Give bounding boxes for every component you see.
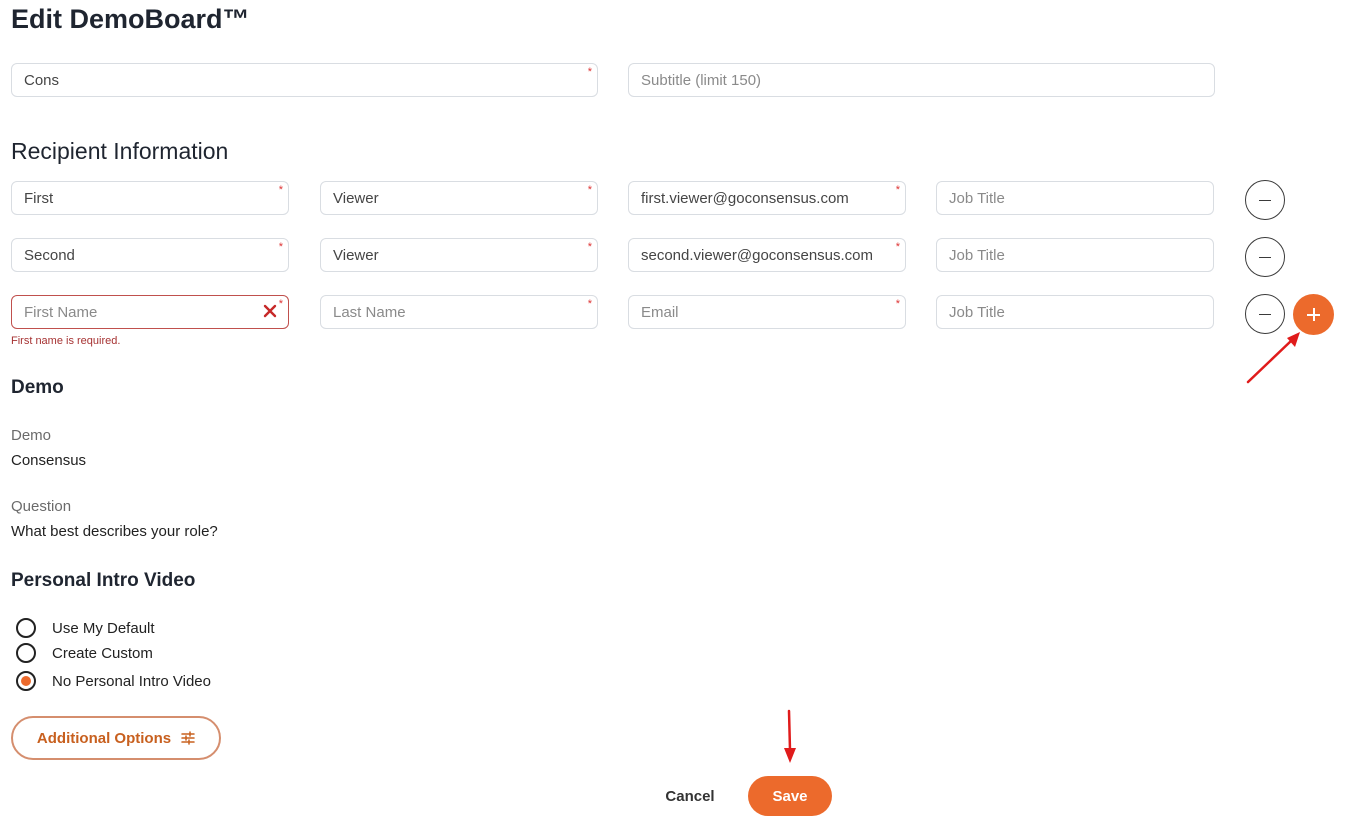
- job-title-input[interactable]: [937, 239, 1213, 271]
- question-value: What best describes your role?: [11, 523, 218, 540]
- radio-use-my-default[interactable]: Use My Default: [16, 617, 155, 639]
- minus-icon: [1259, 199, 1271, 202]
- question-label: Question: [11, 498, 72, 515]
- first-name-input[interactable]: [12, 182, 288, 214]
- remove-recipient-1-button[interactable]: [1245, 180, 1285, 220]
- required-mark: *: [895, 298, 900, 310]
- subtitle-field[interactable]: [628, 63, 1215, 97]
- recipient-2-job-title-field[interactable]: [936, 238, 1214, 272]
- required-mark: *: [278, 184, 283, 196]
- required-mark: *: [587, 184, 592, 196]
- email-input[interactable]: [629, 182, 905, 214]
- required-mark: *: [587, 241, 592, 253]
- email-input[interactable]: [629, 239, 905, 271]
- required-mark: *: [895, 241, 900, 253]
- recipient-1-last-name-field[interactable]: *: [320, 181, 598, 215]
- recipient-1-first-name-field[interactable]: *: [11, 181, 289, 215]
- job-title-input[interactable]: [937, 182, 1213, 214]
- additional-options-button[interactable]: Additional Options: [11, 716, 221, 760]
- radio-circle-selected[interactable]: [16, 671, 36, 691]
- required-mark: *: [587, 66, 592, 78]
- subtitle-input[interactable]: [629, 64, 1214, 96]
- recipient-2-last-name-field[interactable]: *: [320, 238, 598, 272]
- required-mark: *: [895, 184, 900, 196]
- page-title: Edit DemoBoard™: [11, 4, 250, 34]
- radio-circle[interactable]: [16, 643, 36, 663]
- radio-no-personal-intro-video[interactable]: No Personal Intro Video: [16, 670, 211, 692]
- recipient-3-email-field[interactable]: *: [628, 295, 906, 329]
- radio-label: Use My Default: [52, 619, 155, 637]
- recipient-1-job-title-field[interactable]: [936, 181, 1214, 215]
- job-title-input[interactable]: [937, 296, 1213, 328]
- required-mark: *: [278, 241, 283, 253]
- minus-icon: [1259, 313, 1271, 316]
- recipient-2-email-field[interactable]: *: [628, 238, 906, 272]
- error-x-icon: [263, 304, 277, 318]
- board-title-input[interactable]: [12, 64, 597, 96]
- cancel-button[interactable]: Cancel: [652, 779, 728, 813]
- personal-intro-video-heading: Personal Intro Video: [11, 570, 196, 591]
- annotation-arrow-icon: [784, 709, 796, 763]
- recipient-3-first-name-field[interactable]: *: [11, 295, 289, 329]
- last-name-input[interactable]: [321, 239, 597, 271]
- remove-recipient-2-button[interactable]: [1245, 237, 1285, 277]
- recipient-2-first-name-field[interactable]: *: [11, 238, 289, 272]
- sliders-icon: [181, 731, 195, 745]
- last-name-input[interactable]: [321, 296, 597, 328]
- recipient-information-heading: Recipient Information: [11, 138, 229, 164]
- additional-options-label: Additional Options: [36, 729, 172, 747]
- minus-icon: [1259, 256, 1271, 259]
- last-name-input[interactable]: [321, 182, 597, 214]
- radio-circle[interactable]: [16, 618, 36, 638]
- radio-label: Create Custom: [52, 644, 153, 662]
- first-name-input[interactable]: [12, 296, 288, 328]
- recipient-3-last-name-field[interactable]: *: [320, 295, 598, 329]
- email-input[interactable]: [629, 296, 905, 328]
- demo-value: Consensus: [11, 452, 87, 469]
- board-title-field[interactable]: *: [11, 63, 598, 97]
- demo-label: Demo: [11, 427, 52, 444]
- required-mark: *: [278, 298, 283, 310]
- recipient-3-job-title-field[interactable]: [936, 295, 1214, 329]
- recipient-1-email-field[interactable]: *: [628, 181, 906, 215]
- save-button[interactable]: Save: [748, 776, 832, 816]
- radio-create-custom[interactable]: Create Custom: [16, 642, 153, 664]
- radio-label: No Personal Intro Video: [52, 672, 211, 690]
- required-mark: *: [587, 298, 592, 310]
- demo-heading: Demo: [11, 377, 64, 398]
- annotation-arrow-icon: [1246, 332, 1300, 384]
- first-name-input[interactable]: [12, 239, 288, 271]
- first-name-error-message: First name is required.: [11, 335, 121, 347]
